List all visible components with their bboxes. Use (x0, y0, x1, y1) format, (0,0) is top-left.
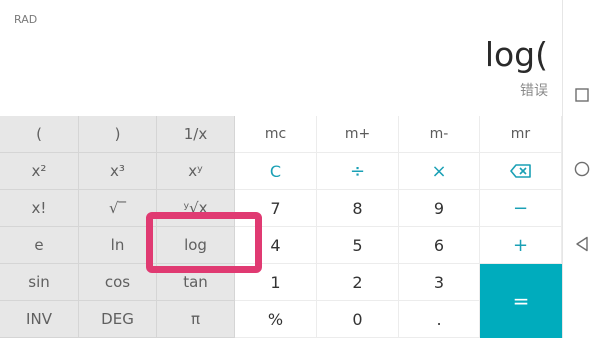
factorial-button[interactable]: x! (0, 190, 79, 227)
backspace-button[interactable] (480, 153, 562, 190)
e-button[interactable]: e (0, 227, 79, 264)
tan-button[interactable]: tan (157, 264, 235, 301)
open-paren-button[interactable]: ( (0, 116, 79, 153)
yroot-button[interactable]: ʸ√x (157, 190, 235, 227)
digit-8-button[interactable]: 8 (317, 190, 399, 227)
digit-4-button[interactable]: 4 (235, 227, 317, 264)
digit-2-button[interactable]: 2 (317, 264, 399, 301)
multiply-button[interactable]: × (399, 153, 480, 190)
system-nav-bar (562, 0, 600, 338)
calculator-app: RAD log( 错误 ( ) 1/x mc m+ m- mr x² x³ xʸ… (0, 0, 562, 338)
digit-3-button[interactable]: 3 (399, 264, 480, 301)
divide-button[interactable]: ÷ (317, 153, 399, 190)
ln-button[interactable]: ln (79, 227, 157, 264)
inv-button[interactable]: INV (0, 301, 79, 338)
back-button[interactable] (573, 235, 591, 253)
cos-button[interactable]: cos (79, 264, 157, 301)
pi-button[interactable]: π (157, 301, 235, 338)
cube-button[interactable]: x³ (79, 153, 157, 190)
log-button[interactable]: log (157, 227, 235, 264)
deg-button[interactable]: DEG (79, 301, 157, 338)
mr-button[interactable]: mr (480, 116, 562, 153)
digit-7-button[interactable]: 7 (235, 190, 317, 227)
minus-button[interactable]: − (480, 190, 562, 227)
close-paren-button[interactable]: ) (79, 116, 157, 153)
angle-mode-indicator: RAD (14, 13, 38, 26)
sin-button[interactable]: sin (0, 264, 79, 301)
square-icon (575, 88, 589, 102)
circle-icon (574, 161, 590, 177)
digit-9-button[interactable]: 9 (399, 190, 480, 227)
m-plus-button[interactable]: m+ (317, 116, 399, 153)
digit-0-button[interactable]: 0 (317, 301, 399, 338)
result-display: 错误 (520, 83, 548, 99)
digit-6-button[interactable]: 6 (399, 227, 480, 264)
m-minus-button[interactable]: m- (399, 116, 480, 153)
expression-display: log( (484, 35, 548, 74)
keypad: ( ) 1/x mc m+ m- mr x² x³ xʸ C ÷ × x! √‾… (0, 116, 562, 338)
clear-button[interactable]: C (235, 153, 317, 190)
digit-5-button[interactable]: 5 (317, 227, 399, 264)
decimal-point-button[interactable]: . (399, 301, 480, 338)
display-area: RAD log( 错误 (0, 0, 562, 116)
percent-button[interactable]: % (235, 301, 317, 338)
plus-button[interactable]: + (480, 227, 562, 264)
digit-1-button[interactable]: 1 (235, 264, 317, 301)
back-triangle-icon (576, 236, 588, 252)
home-button[interactable] (573, 160, 591, 178)
sqrt-button[interactable]: √‾ (79, 190, 157, 227)
mc-button[interactable]: mc (235, 116, 317, 153)
backspace-icon (509, 164, 531, 178)
square-button[interactable]: x² (0, 153, 79, 190)
power-button[interactable]: xʸ (157, 153, 235, 190)
reciprocal-button[interactable]: 1/x (157, 116, 235, 153)
equals-button[interactable]: = (480, 264, 562, 338)
recent-apps-button[interactable] (573, 86, 591, 104)
